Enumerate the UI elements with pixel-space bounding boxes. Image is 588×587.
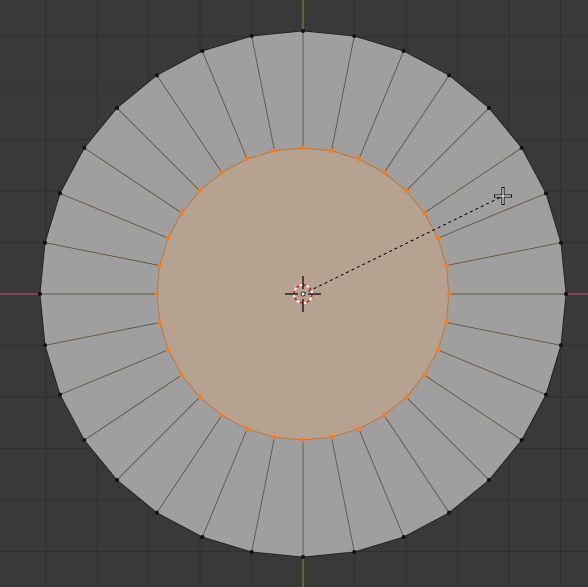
outer-vertex bbox=[543, 392, 548, 397]
outer-vertex bbox=[519, 438, 524, 443]
pivot-dot bbox=[300, 291, 306, 297]
outer-vertex bbox=[352, 34, 357, 39]
selected-vertex bbox=[381, 170, 387, 175]
outer-vertex bbox=[352, 549, 357, 554]
selected-vertex bbox=[404, 188, 409, 193]
selected-vertex bbox=[443, 320, 449, 325]
selected-vertex bbox=[356, 156, 362, 162]
outer-vertex bbox=[200, 534, 205, 539]
outer-vertex bbox=[301, 555, 305, 559]
selected-vertex bbox=[197, 188, 202, 193]
selected-vertex bbox=[446, 291, 452, 297]
outer-vertex bbox=[58, 392, 63, 397]
outer-vertex bbox=[154, 510, 159, 515]
outer-vertex bbox=[558, 240, 563, 245]
selected-vertex bbox=[435, 347, 441, 353]
outer-vertex bbox=[301, 29, 305, 33]
outer-vertex bbox=[447, 73, 452, 78]
outer-vertex bbox=[564, 292, 568, 296]
selected-vertex bbox=[435, 235, 441, 241]
selected-vertex bbox=[244, 156, 250, 162]
outer-vertex bbox=[38, 292, 42, 296]
3d-viewport[interactable] bbox=[0, 0, 588, 587]
selected-vertex bbox=[422, 372, 427, 378]
selected-vertex bbox=[329, 148, 334, 154]
outer-vertex bbox=[519, 145, 524, 150]
outer-vertex bbox=[486, 106, 491, 111]
outer-vertex bbox=[58, 191, 63, 196]
selected-vertex bbox=[272, 434, 277, 440]
outer-vertex bbox=[82, 438, 87, 443]
outer-vertex bbox=[401, 534, 406, 539]
selected-vertex bbox=[272, 148, 277, 154]
outer-vertex bbox=[154, 73, 159, 78]
selected-vertex bbox=[422, 210, 427, 216]
outer-vertex bbox=[115, 477, 120, 482]
outer-vertex bbox=[249, 549, 254, 554]
outer-vertex bbox=[115, 106, 120, 111]
selected-vertex bbox=[157, 263, 163, 268]
selected-vertex bbox=[165, 347, 171, 353]
selected-vertex bbox=[244, 426, 250, 432]
selected-vertex bbox=[404, 395, 409, 400]
outer-vertex bbox=[249, 34, 254, 39]
outer-vertex bbox=[82, 145, 87, 150]
outer-vertex bbox=[401, 49, 406, 54]
selected-vertex bbox=[219, 170, 225, 175]
selected-vertex bbox=[197, 395, 202, 400]
selected-vertex bbox=[165, 235, 171, 241]
selected-vertex bbox=[179, 372, 184, 378]
selected-vertex bbox=[443, 263, 449, 268]
viewport-canvas[interactable] bbox=[0, 0, 588, 587]
selected-vertex bbox=[179, 210, 184, 216]
selected-vertex bbox=[219, 413, 225, 418]
selected-vertex bbox=[381, 413, 387, 418]
outer-vertex bbox=[43, 343, 48, 348]
outer-vertex bbox=[486, 477, 491, 482]
selected-vertex bbox=[300, 437, 306, 443]
outer-vertex bbox=[43, 240, 48, 245]
selected-vertex bbox=[356, 426, 362, 432]
outer-vertex bbox=[447, 510, 452, 515]
outer-vertex bbox=[543, 191, 548, 196]
pivot-point-icon bbox=[300, 291, 306, 297]
outer-vertex bbox=[200, 49, 205, 54]
outer-vertex bbox=[558, 343, 563, 348]
selected-vertex bbox=[300, 145, 306, 151]
selected-vertex bbox=[329, 434, 334, 440]
selected-vertex bbox=[157, 320, 163, 325]
selected-vertex bbox=[154, 291, 160, 297]
